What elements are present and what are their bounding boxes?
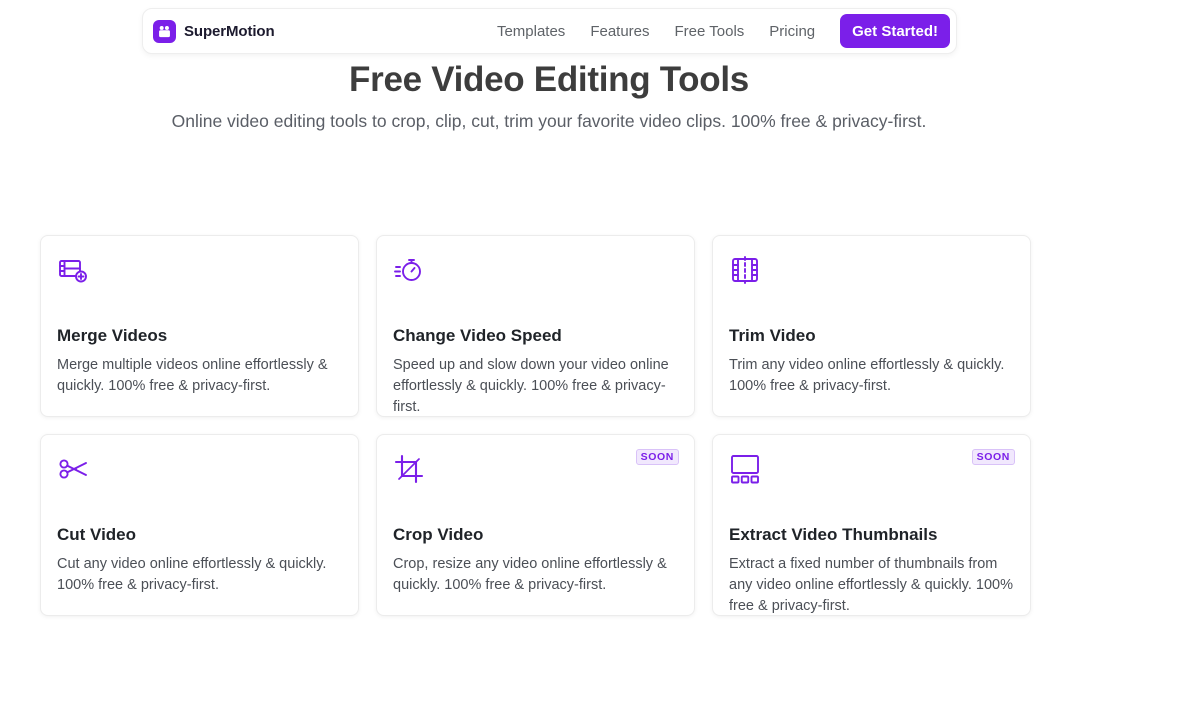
stopwatch-icon: [393, 254, 678, 286]
nav-link-templates[interactable]: Templates: [497, 23, 565, 40]
film-plus-icon: [57, 254, 342, 286]
tool-title: Extract Video Thumbnails: [729, 525, 938, 544]
brand-name: SuperMotion: [184, 22, 275, 40]
tool-card-change-video-speed[interactable]: Change Video Speed Speed up and slow dow…: [376, 235, 695, 417]
scissors-icon: [57, 453, 342, 485]
soon-badge: SOON: [971, 449, 1015, 465]
tool-card-merge-videos[interactable]: Merge Videos Merge multiple videos onlin…: [40, 235, 359, 417]
tool-card-extract-thumbnails[interactable]: SOON Extract Video Thumbnails Extract a …: [712, 434, 1031, 616]
tools-grid: Merge Videos Merge multiple videos onlin…: [40, 235, 1031, 616]
page-title: Free Video Editing Tools: [349, 60, 749, 99]
tool-description: Trim any video online effortlessly & qui…: [729, 357, 1005, 394]
tool-title: Crop Video: [393, 525, 484, 544]
brand-logo[interactable]: SuperMotion: [153, 19, 275, 43]
tool-description: Crop, resize any video online effortless…: [393, 556, 667, 593]
tool-title: Trim Video: [729, 326, 816, 345]
page: SuperMotion Templates Features Free Tool…: [0, 0, 1200, 714]
top-navbar: SuperMotion Templates Features Free Tool…: [142, 8, 957, 54]
camera-logo-icon: [153, 19, 176, 43]
tool-title: Merge Videos: [57, 326, 168, 345]
tool-card-trim-video[interactable]: Trim Video Trim any video online effortl…: [712, 235, 1031, 417]
nav-link-pricing[interactable]: Pricing: [769, 23, 815, 40]
trim-film-icon: [729, 254, 1014, 286]
tool-description: Speed up and slow down your video online…: [393, 357, 669, 415]
page-subtitle: Online video editing tools to crop, clip…: [171, 111, 927, 131]
tool-title: Change Video Speed: [393, 326, 562, 345]
tool-title: Cut Video: [57, 525, 137, 544]
get-started-button[interactable]: Get Started!: [840, 14, 950, 48]
tool-description: Cut any video online effortlessly & quic…: [57, 556, 327, 593]
nav-links: Templates Features Free Tools Pricing Ge…: [497, 14, 950, 48]
nav-link-features[interactable]: Features: [590, 23, 649, 40]
nav-link-free-tools[interactable]: Free Tools: [675, 23, 745, 40]
tool-card-cut-video[interactable]: Cut Video Cut any video online effortles…: [40, 434, 359, 616]
tool-description: Merge multiple videos online effortlessl…: [57, 357, 328, 394]
soon-badge: SOON: [635, 449, 679, 465]
tool-card-crop-video[interactable]: SOON Crop Video Crop, resize any video o…: [376, 434, 695, 616]
tool-description: Extract a fixed number of thumbnails fro…: [729, 556, 1013, 614]
